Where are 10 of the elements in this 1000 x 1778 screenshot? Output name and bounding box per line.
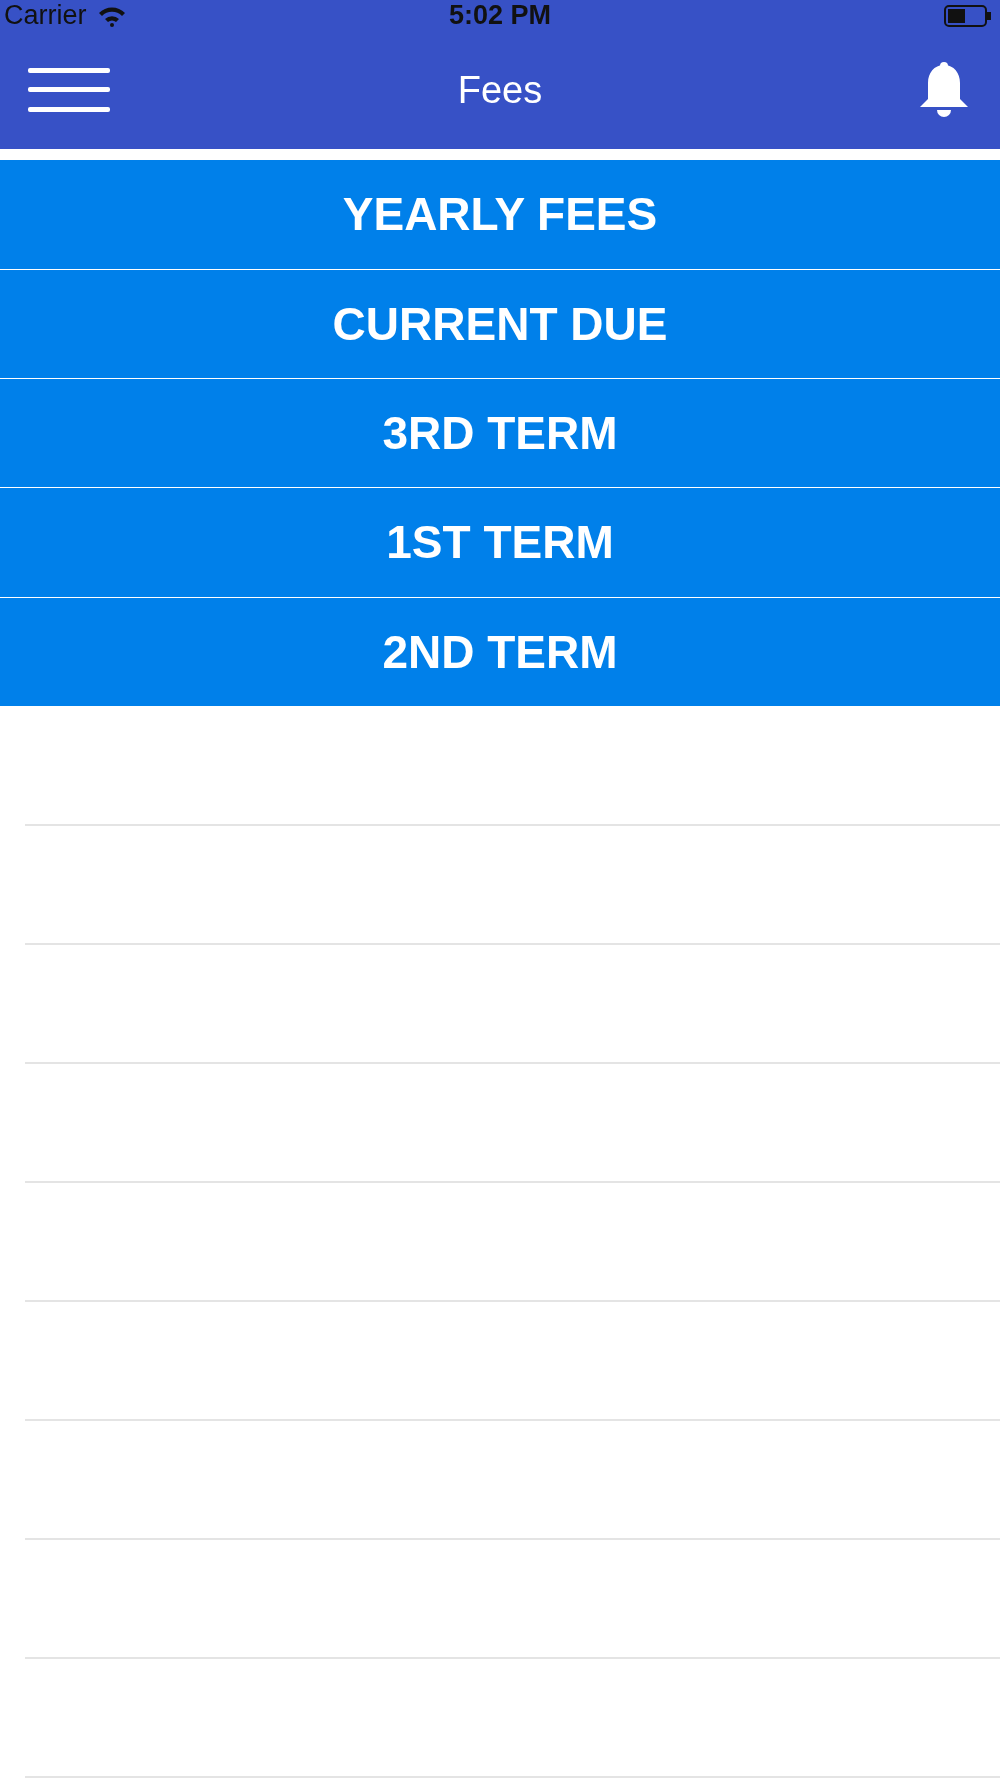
menu-button[interactable]: YEARLY FEES: [0, 160, 1000, 269]
battery-icon: [944, 4, 992, 27]
menu-button[interactable]: 2ND TERM: [0, 597, 1000, 706]
menu-icon[interactable]: [28, 66, 110, 115]
page-title: Fees: [457, 68, 543, 112]
time-label: 5:02 PM: [449, 2, 551, 30]
carrier-label: Carrier: [4, 2, 87, 30]
menu-button[interactable]: 3RD TERM: [0, 378, 1000, 488]
menu-button[interactable]: 1ST TERM: [0, 488, 1000, 597]
menu-button[interactable]: CURRENT DUE: [0, 269, 1000, 378]
